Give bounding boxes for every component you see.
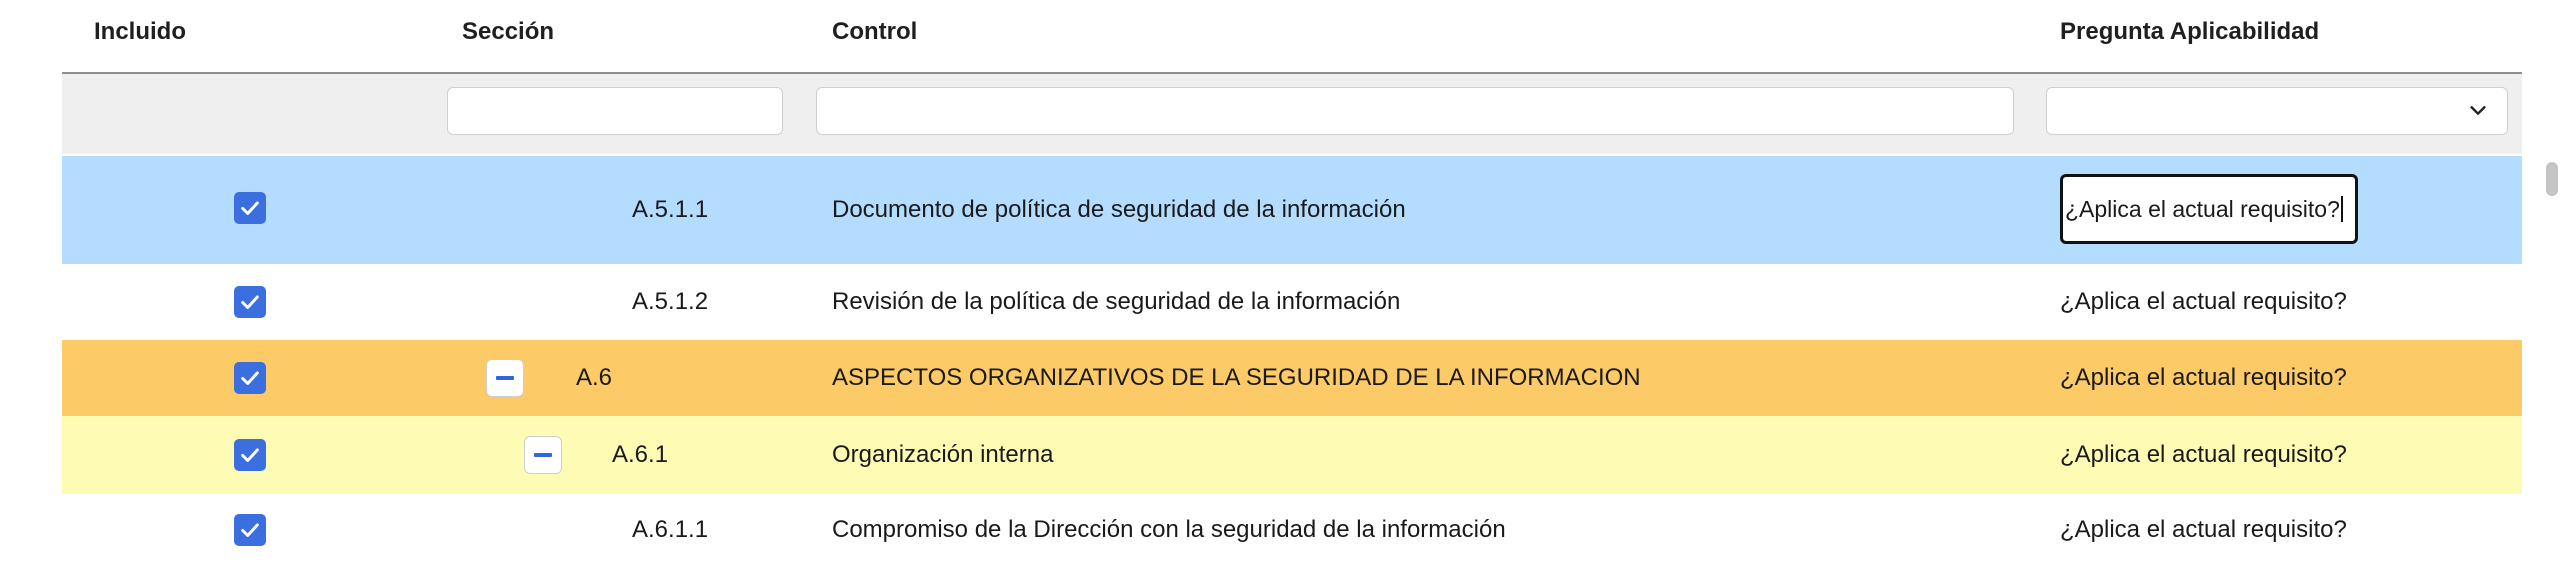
question-edit-input[interactable]: ¿Aplica el actual requisito? [2060, 174, 2358, 244]
control-text: Documento de política de seguridad de la… [832, 196, 1406, 223]
include-checkbox[interactable] [234, 192, 266, 224]
group-row[interactable]: A.6.1 Organización interna ¿Aplica el ac… [62, 416, 2522, 494]
question-edit-value: ¿Aplica el actual requisito? [2065, 195, 2340, 222]
vertical-scrollbar-thumb[interactable] [2546, 162, 2558, 196]
column-header-control[interactable]: Control [832, 0, 917, 72]
include-checkbox[interactable] [234, 514, 266, 546]
include-checkbox[interactable] [234, 286, 266, 318]
question-text[interactable]: ¿Aplica el actual requisito? [2060, 340, 2347, 416]
table-row[interactable]: A.6.1.1 Compromiso de la Dirección con l… [62, 494, 2522, 566]
column-header-incluido[interactable]: Incluido [94, 0, 186, 72]
control-text: Revisión de la política de seguridad de … [832, 288, 1401, 315]
question-text[interactable]: ¿Aplica el actual requisito? [2060, 264, 2347, 340]
include-checkbox[interactable] [234, 362, 266, 394]
control-text: ASPECTOS ORGANIZATIVOS DE LA SEGURIDAD D… [832, 364, 1641, 391]
chevron-down-icon [2470, 106, 2486, 115]
question-text[interactable]: ¿Aplica el actual requisito? [2060, 416, 2347, 494]
filter-row [62, 74, 2522, 154]
include-checkbox[interactable] [234, 439, 266, 471]
minus-icon [496, 376, 514, 380]
control-filter-input[interactable] [816, 87, 2014, 135]
grid-header: Incluido Sección Control Pregunta Aplica… [62, 0, 2522, 74]
checkmark-icon [241, 371, 259, 385]
table-row[interactable]: A.5.1.2 Revisión de la política de segur… [62, 264, 2522, 340]
pregunta-filter-select[interactable] [2046, 87, 2508, 135]
seccion-filter-input[interactable] [447, 87, 783, 135]
group-row[interactable]: A.6 ASPECTOS ORGANIZATIVOS DE LA SEGURID… [62, 340, 2522, 416]
minus-icon [534, 453, 552, 457]
collapse-button[interactable] [524, 436, 562, 474]
text-caret [2340, 196, 2343, 222]
section-code: A.6.1 [612, 441, 669, 468]
control-text: Organización interna [832, 441, 1054, 468]
section-code: A.5.1.1 [632, 196, 709, 223]
control-text: Compromiso de la Dirección con la seguri… [832, 516, 1506, 543]
section-code: A.6.1.1 [632, 516, 709, 543]
checkmark-icon [241, 201, 259, 215]
section-code: A.6 [576, 364, 613, 391]
question-text[interactable]: ¿Aplica el actual requisito? [2060, 494, 2347, 566]
section-code: A.5.1.2 [632, 288, 709, 315]
column-header-pregunta[interactable]: Pregunta Aplicabilidad [2060, 0, 2319, 72]
column-header-seccion[interactable]: Sección [462, 0, 554, 72]
table-row[interactable]: A.5.1.1 Documento de política de segurid… [62, 156, 2522, 264]
checkmark-icon [241, 295, 259, 309]
collapse-button[interactable] [486, 359, 524, 397]
checkmark-icon [241, 448, 259, 462]
data-grid: Incluido Sección Control Pregunta Aplica… [62, 0, 2522, 566]
checkmark-icon [241, 523, 259, 537]
